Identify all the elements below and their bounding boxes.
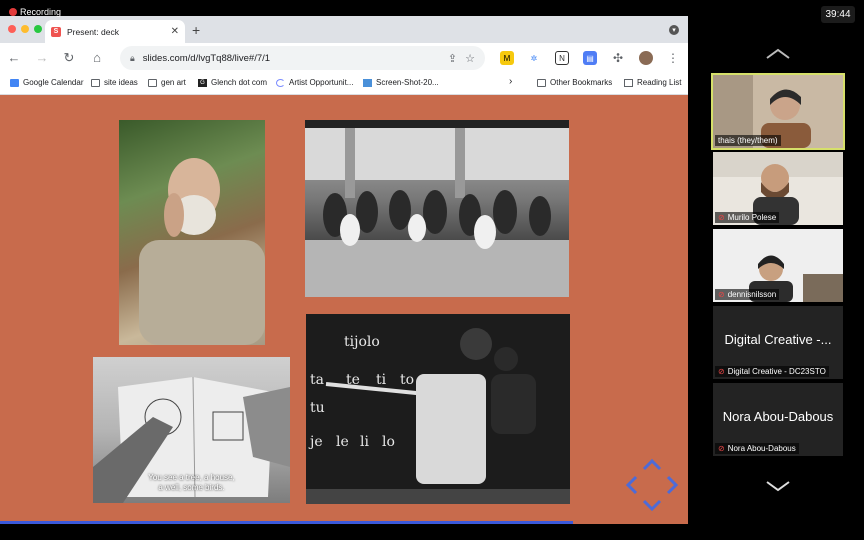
record-dot-icon	[9, 8, 17, 16]
tab-title: Present: deck	[67, 26, 119, 37]
participant-display-name: Nora Abou-Dabous	[722, 409, 834, 424]
bookmarks-bar: Google Calendar site ideas gen art G Gle…	[0, 73, 688, 95]
bookmark-glench[interactable]: G Glench dot com	[198, 78, 267, 87]
folder-icon	[91, 78, 100, 87]
folder-icon	[537, 78, 546, 87]
extension-3-icon[interactable]: N	[555, 51, 569, 65]
meeting-timer: 39:44	[821, 6, 855, 23]
menu-kebab-icon[interactable]: ⋮	[666, 51, 680, 65]
extension-4-icon[interactable]: ▤	[583, 51, 597, 65]
participant-name: ⊘ Digital Creative - DC23STO	[715, 366, 829, 377]
extensions-puzzle-icon[interactable]: ✣	[611, 51, 625, 65]
lock-icon[interactable]: 🔒︎	[130, 53, 135, 64]
nav-left-icon[interactable]	[626, 475, 638, 495]
slide-navigation-controls[interactable]	[626, 459, 678, 511]
address-bar[interactable]: 🔒︎ slides.com/d/lvgTq88/live#/7/1 ⇪ ☆	[120, 46, 485, 70]
reading-list[interactable]: Reading List	[624, 78, 681, 87]
book-illustration-photo: You see a tree, a house, a well, some bi…	[93, 357, 290, 503]
video-subtitle: You see a tree, a house, a well, some bi…	[148, 473, 235, 492]
reload-button[interactable]: ↻	[61, 50, 77, 66]
participant-tile-nora[interactable]: Nora Abou-Dabous ⊘ Nora Abou-Dabous	[713, 383, 843, 456]
classroom-illustration	[305, 120, 569, 297]
blackboard-lesson-photo: tijolo ta te ti to tu je le li lo	[306, 314, 570, 504]
participant-name: ⊘ dennisnilsson	[715, 289, 780, 300]
url-text: slides.com/d/lvgTq88/live#/7/1	[142, 52, 271, 64]
other-bookmarks[interactable]: Other Bookmarks	[537, 78, 612, 87]
nav-right-icon[interactable]	[666, 475, 678, 495]
tab-search-icon[interactable]: ▾	[669, 25, 679, 35]
scroll-up-chevron-icon[interactable]	[765, 48, 791, 60]
bookmark-google-calendar[interactable]: Google Calendar	[10, 78, 83, 87]
presentation-slide: You see a tree, a house, a well, some bi…	[0, 95, 688, 524]
bookmark-gen-art[interactable]: gen art	[148, 78, 186, 87]
screen: Recording 39:44 S Present: deck ✕ + ▾ ← …	[0, 0, 864, 540]
teacher-illustration	[306, 328, 570, 504]
minimize-window-button[interactable]	[21, 25, 29, 33]
tab-bar: S Present: deck ✕ + ▾	[0, 16, 688, 43]
calendar-icon	[10, 78, 19, 87]
tab-present-deck[interactable]: S Present: deck ✕	[45, 20, 185, 43]
participant-tile-digital-creative[interactable]: Digital Creative -... ⊘ Digital Creative…	[713, 306, 843, 379]
mic-muted-icon: ⊘	[718, 444, 725, 453]
participant-display-name: Digital Creative -...	[724, 332, 832, 347]
participant-tile-thais[interactable]: thais (they/them)	[711, 73, 845, 150]
reading-list-icon	[624, 78, 633, 87]
back-button[interactable]: ←	[6, 50, 22, 65]
nav-up-icon[interactable]	[642, 459, 662, 471]
profile-avatar[interactable]	[639, 51, 653, 65]
mic-muted-icon: ⊘	[718, 367, 725, 376]
browser-toolbar: ← → ↻ ⌂ 🔒︎ slides.com/d/lvgTq88/live#/7/…	[0, 43, 688, 73]
maximize-window-button[interactable]	[34, 25, 42, 33]
participant-name: thais (they/them)	[715, 135, 781, 146]
loader-icon	[276, 78, 285, 87]
browser-window: S Present: deck ✕ + ▾ ← → ↻ ⌂ 🔒︎ slides.…	[0, 16, 688, 524]
participant-tile-dennis[interactable]: ⊘ dennisnilsson	[713, 229, 843, 302]
portrait-illustration	[139, 158, 265, 345]
bookmark-star-icon[interactable]: ☆	[465, 52, 475, 65]
mic-muted-icon: ⊘	[718, 213, 725, 222]
folder-icon	[148, 78, 157, 87]
participant-name: ⊘ Nora Abou-Dabous	[715, 443, 799, 454]
bookmark-screenshot[interactable]: Screen-Shot-20...	[363, 78, 439, 87]
g-icon: G	[198, 78, 207, 87]
scroll-down-chevron-icon[interactable]	[765, 480, 791, 492]
new-tab-button[interactable]: +	[192, 22, 200, 38]
slides-favicon-icon: S	[51, 26, 61, 37]
bookmark-site-ideas[interactable]: site ideas	[91, 78, 138, 87]
tab-close-icon[interactable]: ✕	[171, 26, 179, 37]
more-bookmarks-chevron-icon[interactable]: ›	[509, 76, 512, 87]
home-button[interactable]: ⌂	[89, 50, 105, 65]
bookmark-artist-opportunities[interactable]: Artist Opportunit...	[276, 78, 353, 87]
slide-progress-bar	[0, 521, 573, 524]
recording-label: Recording	[20, 7, 62, 17]
participant-tile-murilo[interactable]: ⊘ Murilo Polese	[713, 152, 843, 225]
image-icon	[363, 78, 372, 87]
share-icon[interactable]: ⇪	[448, 52, 457, 65]
participant-name: ⊘ Murilo Polese	[715, 212, 780, 223]
forward-button[interactable]: →	[34, 50, 50, 65]
mic-muted-icon: ⊘	[718, 290, 725, 299]
extension-2-icon[interactable]: ✲	[527, 51, 541, 65]
classroom-circle-photo	[305, 120, 569, 297]
recording-indicator: Recording	[9, 7, 61, 17]
close-window-button[interactable]	[8, 25, 16, 33]
nav-down-icon[interactable]	[642, 499, 662, 511]
portrait-photo	[119, 120, 265, 345]
extension-1-icon[interactable]: M	[500, 51, 514, 65]
window-controls	[8, 25, 42, 33]
